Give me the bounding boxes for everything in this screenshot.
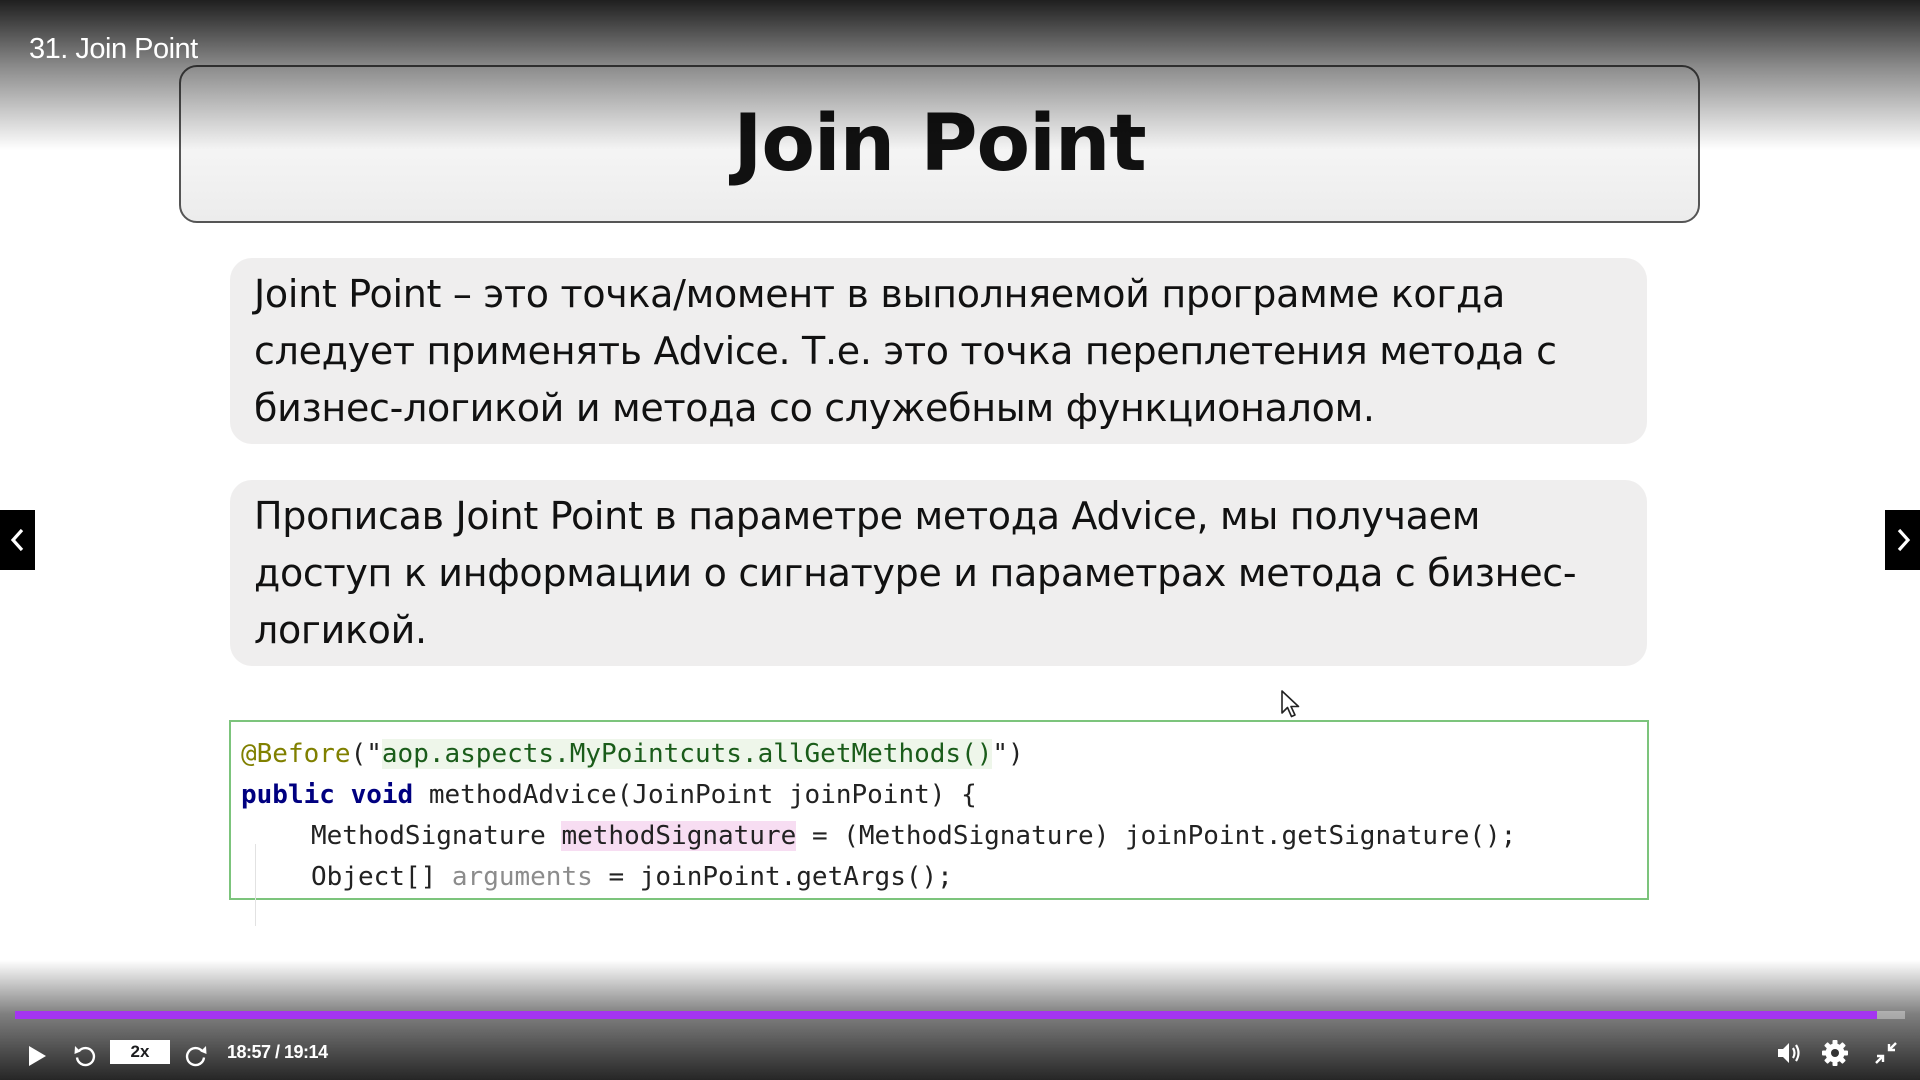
previous-lecture-button[interactable] [0, 510, 35, 570]
code-punct: ") [992, 739, 1024, 769]
rewind-button[interactable] [68, 1038, 102, 1074]
playback-speed-button[interactable]: 2x [110, 1040, 170, 1064]
code-variable-unused: arguments [451, 862, 593, 892]
code-keyword: public [241, 780, 335, 810]
code-type: Object[] [311, 862, 437, 892]
progress-fill [15, 1011, 1877, 1019]
code-snippet: @Before("aop.aspects.MyPointcuts.allGetM… [229, 720, 1649, 926]
text-line: Прописав Joint Point в параметре метода … [254, 494, 1481, 538]
forward-button[interactable] [179, 1038, 213, 1074]
text-line: бизнес-логикой и метода со служебным фун… [254, 386, 1375, 430]
exit-fullscreen-icon [1875, 1042, 1897, 1064]
gear-icon [1822, 1040, 1848, 1066]
text-block-usage: Прописав Joint Point в параметре метода … [230, 480, 1647, 666]
code-keyword: void [350, 780, 414, 810]
forward-icon [185, 1046, 207, 1067]
rewind-icon [74, 1046, 96, 1067]
next-lecture-button[interactable] [1885, 510, 1920, 570]
top-overlay [0, 0, 1920, 150]
chevron-left-icon [10, 528, 23, 552]
volume-icon [1778, 1043, 1800, 1063]
code-pointcut-string: aop.aspects.MyPointcuts.allGetMethods() [381, 739, 993, 769]
code-line: MethodSignature methodSignature = (Metho… [241, 816, 1647, 885]
settings-button[interactable] [1817, 1035, 1853, 1071]
text-line: доступ к информации о сигнатуре и параме… [254, 551, 1577, 595]
code-line: public void methodAdvice(JoinPoint joinP… [241, 775, 1647, 816]
chevron-right-icon [1897, 528, 1910, 552]
code-punct: (" [350, 739, 382, 769]
code-expression: = joinPoint.getArgs(); [608, 862, 953, 892]
play-button[interactable] [20, 1038, 54, 1074]
progress-bar[interactable] [15, 1011, 1905, 1019]
video-title: 31. Join Point [29, 33, 198, 65]
text-block-definition: Joint Point – это точка/момент в выполня… [230, 258, 1647, 444]
text-line: логикой. [254, 608, 427, 652]
code-type: MethodSignature [311, 821, 546, 851]
play-icon [29, 1046, 46, 1066]
exit-fullscreen-button[interactable] [1868, 1035, 1904, 1071]
text-line: Joint Point – это точка/момент в выполня… [254, 272, 1505, 316]
mouse-cursor-icon [1281, 690, 1300, 718]
code-method-declaration: methodAdvice(JoinPoint joinPoint) { [428, 780, 977, 810]
code-variable-highlighted: methodSignature [561, 821, 797, 851]
code-annotation: @Before [241, 739, 351, 769]
code-line: Object[] arguments = joinPoint.getArgs()… [241, 857, 1647, 926]
text-line: следует применять Advice. Т.е. это точка… [254, 329, 1557, 373]
code-line: @Before("aop.aspects.MyPointcuts.allGetM… [241, 734, 1647, 775]
code-expression: = (MethodSignature) joinPoint.getSignatu… [811, 821, 1517, 851]
volume-button[interactable] [1772, 1035, 1808, 1071]
time-display: 18:57 / 19:14 [227, 1042, 328, 1062]
